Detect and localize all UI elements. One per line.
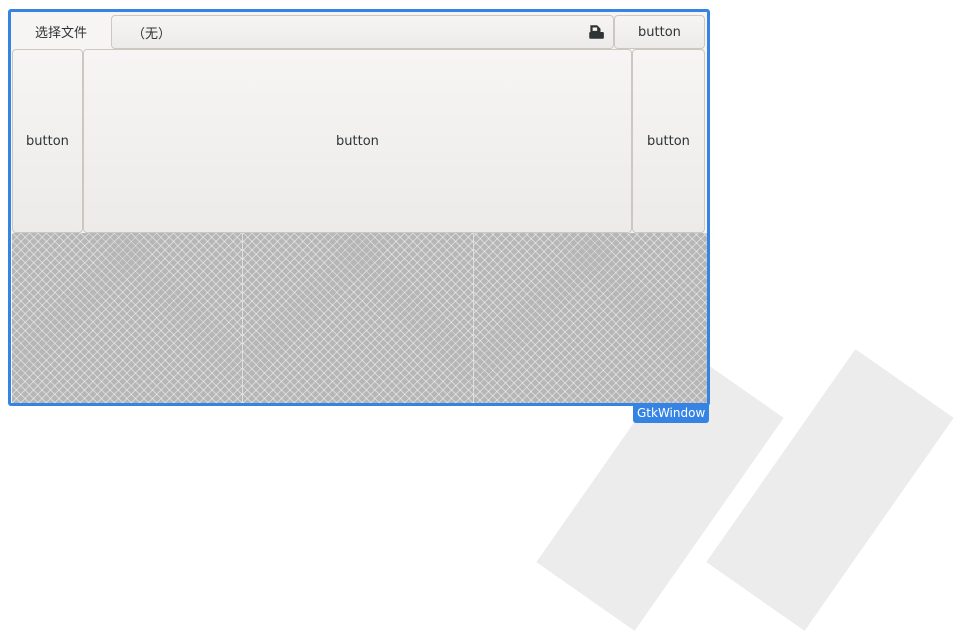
document-open-icon: [589, 25, 604, 39]
empty-cell-center: [243, 233, 473, 403]
file-chooser-button[interactable]: （无）: [111, 15, 614, 49]
choose-file-label: 选择文件: [13, 16, 109, 46]
top-right-button[interactable]: button: [614, 15, 705, 49]
middle-center-button-label: button: [336, 133, 379, 149]
gtk-window: 选择文件 （无） button button button button: [8, 9, 710, 406]
choose-file-text: 选择文件: [34, 25, 87, 41]
empty-cell-right: [474, 233, 707, 403]
middle-left-button-label: button: [26, 133, 69, 149]
middle-right-button-label: button: [647, 133, 690, 149]
middle-left-button[interactable]: button: [12, 49, 83, 233]
middle-right-button[interactable]: button: [632, 49, 705, 233]
middle-center-button[interactable]: button: [83, 49, 632, 233]
file-chooser-value: （无）: [132, 26, 172, 42]
top-right-button-label: button: [638, 24, 681, 40]
empty-cell-left: [12, 233, 242, 403]
window-class-label: GtkWindow: [633, 403, 710, 423]
